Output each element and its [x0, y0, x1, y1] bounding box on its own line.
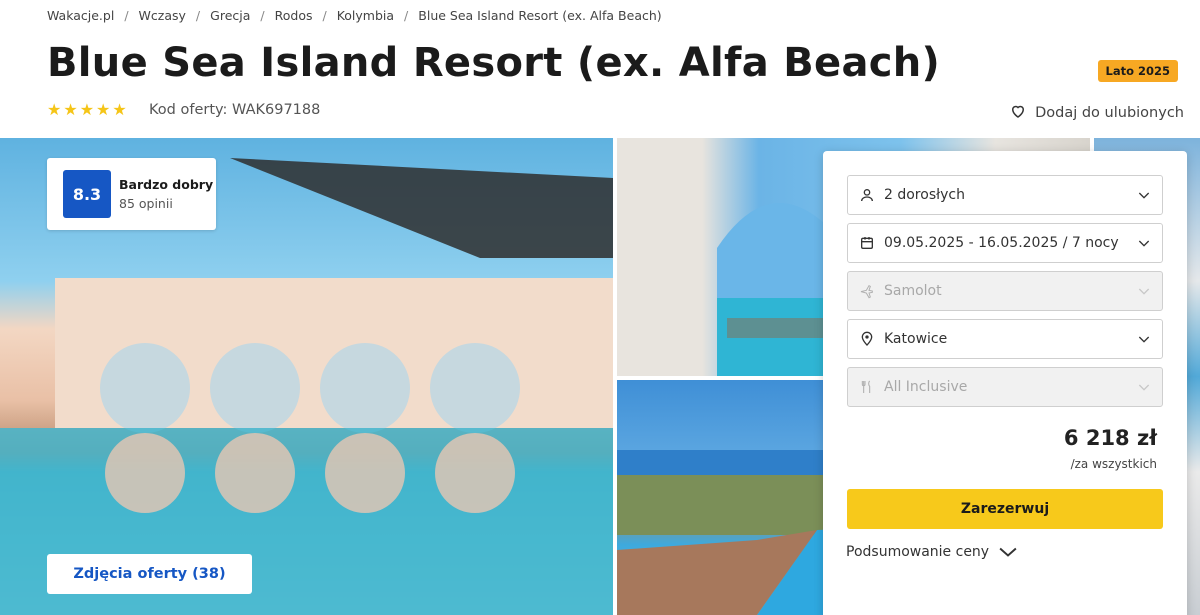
breadcrumb-item-grecja[interactable]: Grecja — [210, 8, 250, 23]
travelers-value: 2 dorosłych — [884, 187, 965, 203]
breadcrumb-item-wakacje[interactable]: Wakacje.pl — [47, 8, 114, 23]
breadcrumb-separator: / — [322, 8, 327, 23]
offer-photos-button[interactable]: Zdjęcia oferty (38) — [47, 554, 252, 594]
breadcrumb-separator: / — [195, 8, 201, 23]
departure-value: Katowice — [884, 331, 948, 347]
transport-select: Samolot — [847, 271, 1163, 311]
booking-panel: 2 dorosłych 09.05.2025 - 16.05.2025 / 7 … — [823, 151, 1187, 615]
breadcrumb-item-kolymbia[interactable]: Kolymbia — [337, 8, 394, 23]
board-select: All Inclusive — [847, 367, 1163, 407]
board-value: All Inclusive — [884, 379, 968, 395]
chevron-down-icon — [999, 547, 1017, 557]
price-summary-toggle[interactable]: Podsumowanie ceny — [846, 544, 1019, 560]
price-summary-label: Podsumowanie ceny — [846, 544, 990, 560]
chevron-down-icon — [1138, 336, 1150, 343]
cutlery-icon — [858, 378, 876, 396]
dates-select[interactable]: 09.05.2025 - 16.05.2025 / 7 nocy — [847, 223, 1163, 263]
main-photo[interactable]: 8.3 Bardzo dobry 85 opinii Zdjęcia ofert… — [0, 138, 613, 615]
star-icon: ★ — [79, 100, 95, 119]
chevron-down-icon — [1138, 384, 1150, 391]
chevron-down-icon — [1138, 288, 1150, 295]
rating-label: Bardzo dobry — [119, 177, 214, 192]
breadcrumb-separator: / — [404, 8, 409, 23]
breadcrumb-item-wczasy[interactable]: Wczasy — [139, 8, 186, 23]
price-note: /za wszystkich — [1070, 457, 1157, 471]
favorite-label: Dodaj do ulubionych — [1035, 105, 1184, 121]
person-icon — [858, 186, 876, 204]
plane-icon — [858, 282, 876, 300]
rating-count: 85 opinii — [119, 196, 173, 211]
star-icon: ★ — [47, 100, 62, 119]
breadcrumb-item-current: Blue Sea Island Resort (ex. Alfa Beach) — [418, 8, 662, 23]
page-title: Blue Sea Island Resort (ex. Alfa Beach) — [47, 40, 941, 86]
star-rating: ★ ★ ★ ★ ★ — [47, 100, 127, 119]
breadcrumb: Wakacje.pl / Wczasy / Grecja / Rodos / Kolym… — [47, 8, 662, 23]
departure-select[interactable]: Katowice — [847, 319, 1163, 359]
chevron-down-icon — [1138, 192, 1150, 199]
add-to-favorites-button[interactable]: Dodaj do ulubionych — [1009, 102, 1184, 124]
season-badge: Lato 2025 — [1097, 60, 1178, 82]
star-icon: ★ — [112, 100, 127, 119]
heart-icon — [1009, 102, 1027, 124]
star-icon: ★ — [63, 100, 78, 119]
travelers-select[interactable]: 2 dorosłych — [847, 175, 1163, 215]
book-button[interactable]: Zarezerwuj — [847, 489, 1163, 529]
rating-card[interactable]: 8.3 Bardzo dobry 85 opinii — [47, 158, 216, 230]
star-icon: ★ — [96, 100, 111, 119]
dates-value: 09.05.2025 - 16.05.2025 / 7 nocy — [884, 235, 1119, 251]
offer-code: Kod oferty: WAK697188 — [149, 102, 321, 118]
calendar-icon — [858, 234, 876, 252]
price-total: 6 218 zł — [1063, 426, 1157, 450]
rating-score: 8.3 — [63, 170, 111, 218]
breadcrumb-separator: / — [260, 8, 265, 23]
breadcrumb-item-rodos[interactable]: Rodos — [275, 8, 313, 23]
breadcrumb-separator: / — [124, 8, 129, 23]
location-pin-icon — [858, 330, 876, 348]
chevron-down-icon — [1138, 240, 1150, 247]
transport-value: Samolot — [884, 283, 942, 299]
